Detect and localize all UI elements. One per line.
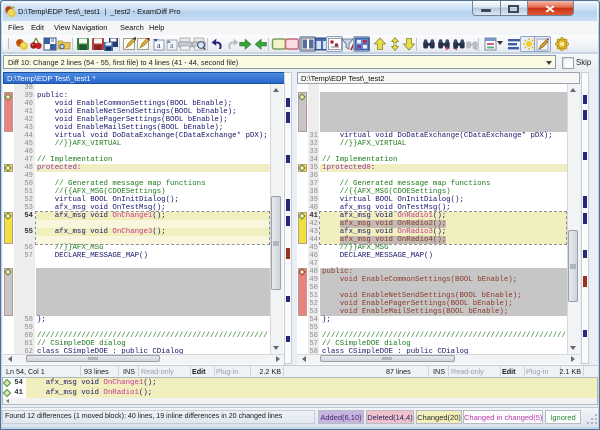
svg-text:a: a	[157, 41, 161, 50]
svg-text:a: a	[170, 41, 174, 50]
